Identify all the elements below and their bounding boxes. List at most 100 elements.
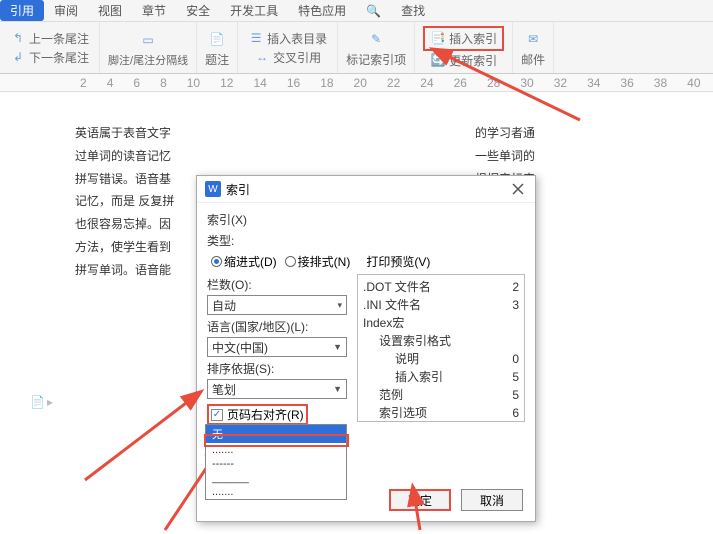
- dialog-title: 索引: [226, 181, 250, 198]
- ruler-mark: 2: [80, 76, 87, 90]
- group-toc: ☰插入表目录 ↔交叉引用: [238, 22, 338, 73]
- dialog-titlebar[interactable]: W 索引: [197, 176, 535, 203]
- dropdown-option[interactable]: ------: [206, 457, 346, 471]
- group-mail[interactable]: ✉ 邮件: [513, 22, 554, 73]
- mail-label: 邮件: [521, 51, 545, 68]
- spinner-icon: ▾: [337, 300, 342, 311]
- caption-icon: 📄: [205, 27, 229, 51]
- ruler-mark: 6: [133, 76, 140, 90]
- doc-line: 方法，使学生看到: [75, 236, 171, 259]
- tab-devtools[interactable]: 开发工具: [220, 0, 288, 21]
- group-separator[interactable]: ▭ 脚注/尾注分隔线: [100, 22, 197, 73]
- insert-index-button[interactable]: 📑插入索引: [428, 29, 499, 48]
- type-label: 类型:: [207, 232, 525, 249]
- cross-ref-label: 交叉引用: [273, 49, 321, 66]
- ruler-mark: 26: [454, 76, 467, 90]
- doc-line: 的学习者通: [475, 122, 535, 145]
- close-icon: [512, 183, 524, 195]
- tab-chapter[interactable]: 章节: [132, 0, 176, 21]
- cancel-button[interactable]: 取消: [461, 489, 523, 511]
- ruler-mark: 38: [654, 76, 667, 90]
- preview-row-label: .DOT 文件名: [363, 278, 431, 296]
- crossref-icon: ↔: [254, 49, 270, 65]
- cols-value: 自动: [212, 297, 236, 314]
- ruler-mark: 32: [554, 76, 567, 90]
- ruler-mark: 28: [487, 76, 500, 90]
- doc-line: 英语属于表音文字: [75, 122, 171, 145]
- insert-index-icon: 📑: [430, 30, 446, 46]
- insert-index-label: 插入索引: [449, 30, 497, 47]
- separator-label: 脚注/尾注分隔线: [108, 52, 188, 68]
- cols-combo[interactable]: 自动 ▾: [207, 295, 347, 315]
- doc-line: 过单词的读音记忆: [75, 145, 171, 168]
- toc-icon: ☰: [248, 30, 264, 46]
- preview-row-val: 3: [512, 296, 519, 314]
- arrow-up-icon: ↰: [10, 30, 26, 46]
- dropdown-option[interactable]: .......: [206, 485, 346, 499]
- update-index-icon: 🔄: [430, 52, 446, 68]
- preview-row-label: 范例: [379, 386, 403, 404]
- preview-row-label: Index宏: [363, 314, 404, 332]
- runin-label: 接排式(N): [298, 253, 351, 270]
- right-align-label: 页码右对齐(R): [227, 406, 304, 423]
- tab-special[interactable]: 特色应用: [288, 0, 356, 21]
- ruler-mark: 16: [287, 76, 300, 90]
- insert-toc-button[interactable]: ☰插入表目录: [246, 29, 329, 48]
- chevron-down-icon: ▼: [333, 342, 342, 352]
- tab-find[interactable]: 查找: [391, 0, 435, 21]
- ruler-mark: 18: [320, 76, 333, 90]
- ruler-mark: 12: [220, 76, 233, 90]
- preview-row-label: 索引选项: [379, 404, 427, 422]
- ruler-mark: 10: [187, 76, 200, 90]
- tab-security[interactable]: 安全: [176, 0, 220, 21]
- preview-row-val: 6: [512, 404, 519, 422]
- cols-label: 栏数(O):: [207, 276, 347, 293]
- right-align-checkbox[interactable]: [211, 409, 223, 421]
- prev-endnote-button[interactable]: ↰上一条尾注: [8, 29, 91, 48]
- cross-ref-button[interactable]: ↔交叉引用: [252, 48, 323, 67]
- indent-label: 缩进式(D): [224, 253, 277, 270]
- sort-value: 笔划: [212, 381, 236, 398]
- dropdown-option[interactable]: ______: [206, 471, 346, 485]
- prev-endnote-label: 上一条尾注: [29, 30, 89, 47]
- leader-dropdown: 无 ....... ------ ______ .......: [205, 424, 347, 500]
- indent-radio[interactable]: 缩进式(D): [211, 253, 277, 270]
- ruler-mark: 36: [620, 76, 633, 90]
- ruler-mark: 14: [253, 76, 266, 90]
- index-x-label: 索引(X): [207, 211, 525, 228]
- dropdown-option[interactable]: .......: [206, 443, 346, 457]
- side-icons: 📄 ▸: [30, 395, 53, 409]
- next-endnote-button[interactable]: ↲下一条尾注: [8, 48, 91, 67]
- sort-combo[interactable]: 笔划▼: [207, 379, 347, 399]
- runin-radio[interactable]: 接排式(N): [285, 253, 351, 270]
- preview-row-label: 设置索引格式: [379, 332, 451, 350]
- doc-line: 拼写错误。语音基: [75, 168, 171, 191]
- doc-line: 拼写单词。语音能: [75, 259, 171, 282]
- tab-view[interactable]: 视图: [88, 0, 132, 21]
- ruler-mark: 20: [354, 76, 367, 90]
- ok-button[interactable]: 确定: [389, 489, 451, 511]
- doc-icon[interactable]: 📄: [30, 395, 45, 409]
- group-caption[interactable]: 📄 题注: [197, 22, 238, 73]
- doc-line: 记忆，而是 反复拼: [75, 190, 174, 213]
- tab-search-icon[interactable]: 🔍: [356, 2, 391, 20]
- play-icon[interactable]: ▸: [47, 395, 53, 409]
- arrow-down-icon: ↲: [10, 49, 26, 65]
- tab-reference[interactable]: 引用: [0, 0, 44, 21]
- ruler-mark: 24: [420, 76, 433, 90]
- preview-row-label: 插入索引: [395, 368, 443, 386]
- dropdown-option[interactable]: 无: [206, 425, 346, 443]
- update-index-label: 更新索引: [449, 52, 497, 69]
- tab-review[interactable]: 审阅: [44, 0, 88, 21]
- close-button[interactable]: [509, 180, 527, 198]
- preview-row-val: 2: [512, 278, 519, 296]
- lang-combo[interactable]: 中文(中国)▼: [207, 337, 347, 357]
- next-endnote-label: 下一条尾注: [29, 49, 89, 66]
- ruler: 2 4 6 8 10 12 14 16 18 20 22 24 26 28 30…: [0, 74, 713, 92]
- update-index-button[interactable]: 🔄更新索引: [428, 51, 499, 70]
- menu-tabs: 引用 审阅 视图 章节 安全 开发工具 特色应用 🔍 查找: [0, 0, 713, 22]
- sort-label: 排序依据(S):: [207, 360, 347, 377]
- preview-row-val: 5: [512, 386, 519, 404]
- preview-row-val: 0: [512, 350, 519, 368]
- group-mark-entry[interactable]: ✎ 标记索引项: [338, 22, 415, 73]
